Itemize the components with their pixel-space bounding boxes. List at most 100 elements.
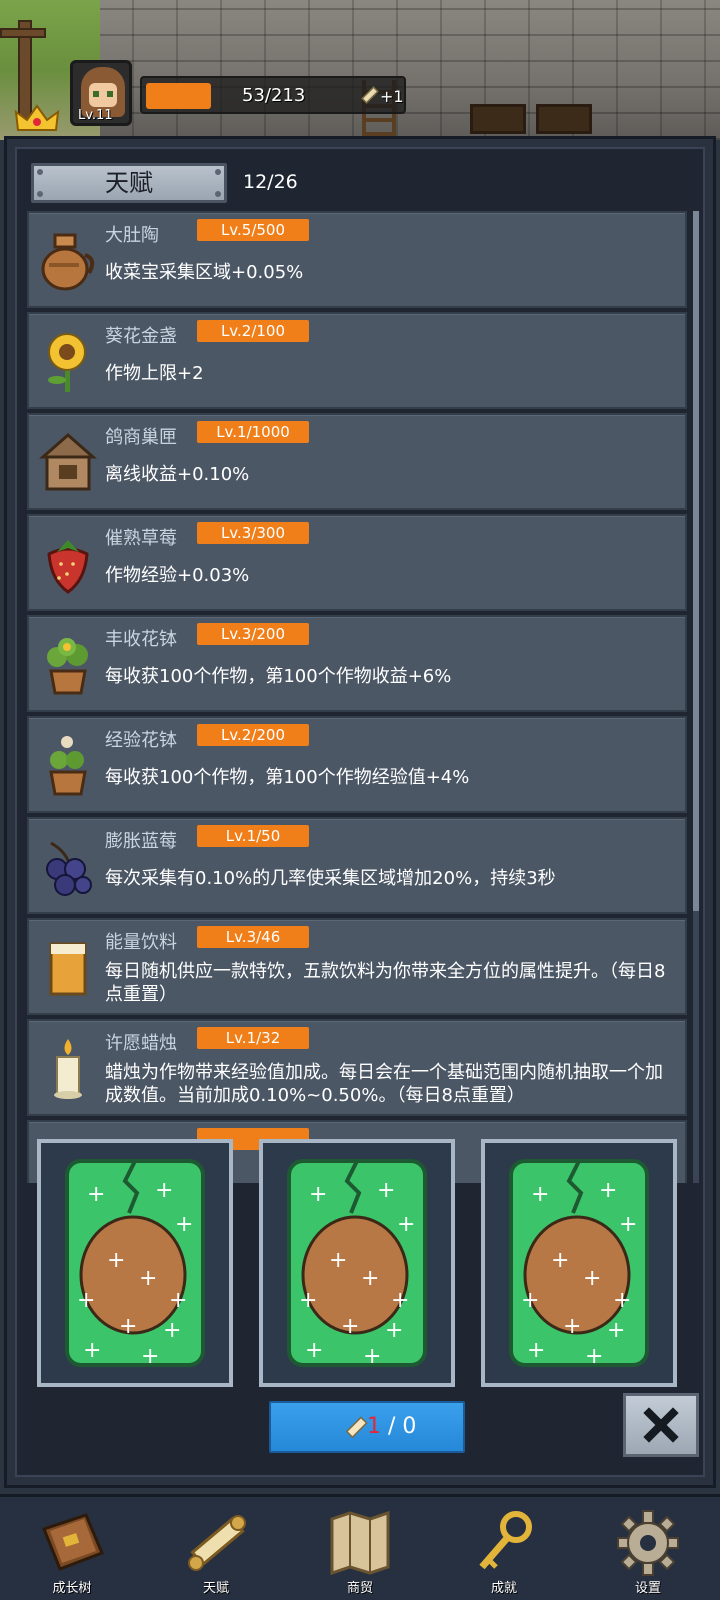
talent-row[interactable]: 能量饮料 Lv.3/46 每日随机供应一款特饮，五款饮料为你带来全方位的属性提升…: [27, 918, 687, 1015]
talent-card[interactable]: + + + + + + + + + + +: [37, 1139, 233, 1387]
avatar-eye: [107, 91, 113, 97]
drink-icon: [49, 942, 87, 996]
svg-text:+: +: [169, 1288, 187, 1313]
rivet: [215, 169, 221, 175]
card-back-icon: + + + + + + + + + + +: [65, 1159, 205, 1369]
svg-text:+: +: [141, 1344, 159, 1369]
svg-text:+: +: [599, 1178, 617, 1203]
svg-text:+: +: [613, 1288, 631, 1313]
draw-talent-button[interactable]: 1 / 0: [269, 1401, 465, 1453]
svg-text:+: +: [139, 1266, 157, 1291]
crown-icon: [14, 104, 60, 131]
exp-flowerpot-icon: [49, 736, 87, 796]
talent-name: 经验花钵: [105, 730, 177, 751]
nav-growth-tree[interactable]: 成长树: [0, 1497, 144, 1600]
close-icon: [643, 1407, 679, 1443]
svg-text:+: +: [175, 1212, 193, 1237]
talent-description: 作物经验+0.03%: [105, 565, 250, 586]
svg-text:+: +: [563, 1314, 581, 1339]
scroll-icon: [361, 86, 379, 104]
svg-text:+: +: [607, 1318, 625, 1343]
svg-text:+: +: [77, 1288, 95, 1313]
rivet: [215, 191, 221, 197]
draw-separator: /: [381, 1414, 403, 1439]
talent-row[interactable]: 鸽商巢匣 Lv.1/1000 离线收益+0.10%: [27, 413, 687, 510]
nav-settings[interactable]: 设置: [576, 1497, 720, 1600]
gear-icon: [617, 1510, 679, 1576]
talent-row[interactable]: 经验花钵 Lv.2/200 每收获100个作物，第100个作物经验值+4%: [27, 716, 687, 813]
talent-description: 每收获100个作物，第100个作物收益+6%: [105, 666, 452, 687]
talent-name: 鸽商巢匣: [105, 427, 177, 448]
pot-icon: [41, 233, 95, 291]
tab-title-label: 天赋: [105, 169, 153, 197]
bottom-navigation: 成长树 天赋 商贸 成就 设置: [0, 1494, 720, 1600]
talent-list-scrollbar[interactable]: [693, 211, 699, 1183]
rivet: [37, 191, 43, 197]
talent-row[interactable]: 丰收花钵 Lv.3/200 每收获100个作物，第100个作物收益+6%: [27, 615, 687, 712]
talent-list[interactable]: 大肚陶 Lv.5/500 收菜宝采集区域+0.05% 葵花金盏 Lv.2/100…: [27, 211, 687, 1183]
nav-label: 设置: [634, 1581, 661, 1596]
scroll-bonus: +1: [380, 87, 404, 106]
talent-card[interactable]: + + + + + + + + + + +: [259, 1139, 455, 1387]
talent-description: 每日随机供应一款特饮，五款饮料为你带来全方位的属性提升。（每日8点重置）: [105, 961, 666, 1005]
talent-level-badge: Lv.2/100: [197, 320, 309, 342]
house-window: [536, 104, 592, 134]
sunflower-icon: [48, 333, 86, 392]
talent-description: 作物上限+2: [105, 363, 204, 384]
talent-panel: 天赋 12/26 大肚陶 Lv.5/500 收菜宝采集区域+0.05% 葵花金盏…: [4, 136, 716, 1488]
rivet: [37, 169, 43, 175]
svg-text:+: +: [583, 1266, 601, 1291]
talent-row[interactable]: 葵花金盏 Lv.2/100 作物上限+2: [27, 312, 687, 409]
nav-label: 商贸: [346, 1581, 373, 1596]
talent-description: 每收获100个作物，第100个作物经验值+4%: [105, 767, 470, 788]
card-back-icon: + + + + + + + + + + +: [287, 1159, 427, 1369]
talent-count: 12/26: [243, 171, 298, 193]
nav-label: 成长树: [52, 1581, 92, 1596]
svg-text:+: +: [397, 1212, 415, 1237]
close-button[interactable]: [623, 1393, 699, 1457]
strawberry-icon: [47, 540, 89, 594]
talent-row[interactable]: 大肚陶 Lv.5/500 收菜宝采集区域+0.05%: [27, 211, 687, 308]
nav-talent[interactable]: 天赋: [144, 1497, 288, 1600]
svg-text:+: +: [155, 1178, 173, 1203]
flowerpot-icon: [47, 638, 88, 695]
talent-card[interactable]: + + + + + + + + + + +: [481, 1139, 677, 1387]
svg-text:+: +: [551, 1248, 569, 1273]
book-icon: [42, 1513, 104, 1571]
talent-level-badge: Lv.3/200: [197, 623, 309, 645]
svg-text:+: +: [363, 1344, 381, 1369]
nav-trade[interactable]: 商贸: [288, 1497, 432, 1600]
svg-text:+: +: [309, 1182, 327, 1207]
nav-achievement[interactable]: 成就: [432, 1497, 576, 1600]
talent-row[interactable]: 催熟草莓 Lv.3/300 作物经验+0.03%: [27, 514, 687, 611]
svg-text:+: +: [87, 1182, 105, 1207]
wooden-beam: [0, 28, 46, 38]
draw-current: 1: [367, 1414, 381, 1439]
talent-level-badge: Lv.1/32: [197, 1027, 309, 1049]
tab-talent-title: 天赋: [31, 163, 227, 203]
house-window: [470, 104, 526, 134]
talent-description: 蜡烛为作物带来经验值加成。每日会在一个基础范围内随机抽取一个加成数值。当前加成0…: [105, 1062, 663, 1106]
nav-label: 成就: [490, 1581, 517, 1596]
talent-description: 每次采集有0.10%的几率使采集区域增加20%，持续3秒: [105, 868, 556, 889]
svg-text:+: +: [585, 1344, 603, 1369]
talent-name: 催熟草莓: [105, 528, 177, 549]
svg-text:+: +: [119, 1314, 137, 1339]
svg-text:+: +: [385, 1318, 403, 1343]
talent-row[interactable]: 膨胀蓝莓 Lv.1/50 每次采集有0.10%的几率使采集区域增加20%，持续3…: [27, 817, 687, 914]
scrollbar-thumb[interactable]: [693, 211, 699, 911]
player-level: Lv.11: [78, 108, 113, 123]
talent-name: 丰收花钵: [105, 629, 177, 650]
svg-text:+: +: [107, 1248, 125, 1273]
card-back-icon: + + + + + + + + + + +: [509, 1159, 649, 1369]
svg-text:+: +: [361, 1266, 379, 1291]
map-icon: [330, 1510, 390, 1576]
talent-row[interactable]: 许愿蜡烛 Lv.1/32 蜡烛为作物带来经验值加成。每日会在一个基础范围内随机抽…: [27, 1019, 687, 1116]
talent-name: 许愿蜡烛: [105, 1033, 177, 1054]
talent-level-badge: Lv.3/46: [197, 926, 309, 948]
talent-name: 葵花金盏: [105, 326, 177, 347]
talent-level-badge: Lv.3/300: [197, 522, 309, 544]
svg-text:+: +: [299, 1288, 317, 1313]
talent-description: 离线收益+0.10%: [105, 464, 250, 485]
avatar-eye: [93, 91, 99, 97]
